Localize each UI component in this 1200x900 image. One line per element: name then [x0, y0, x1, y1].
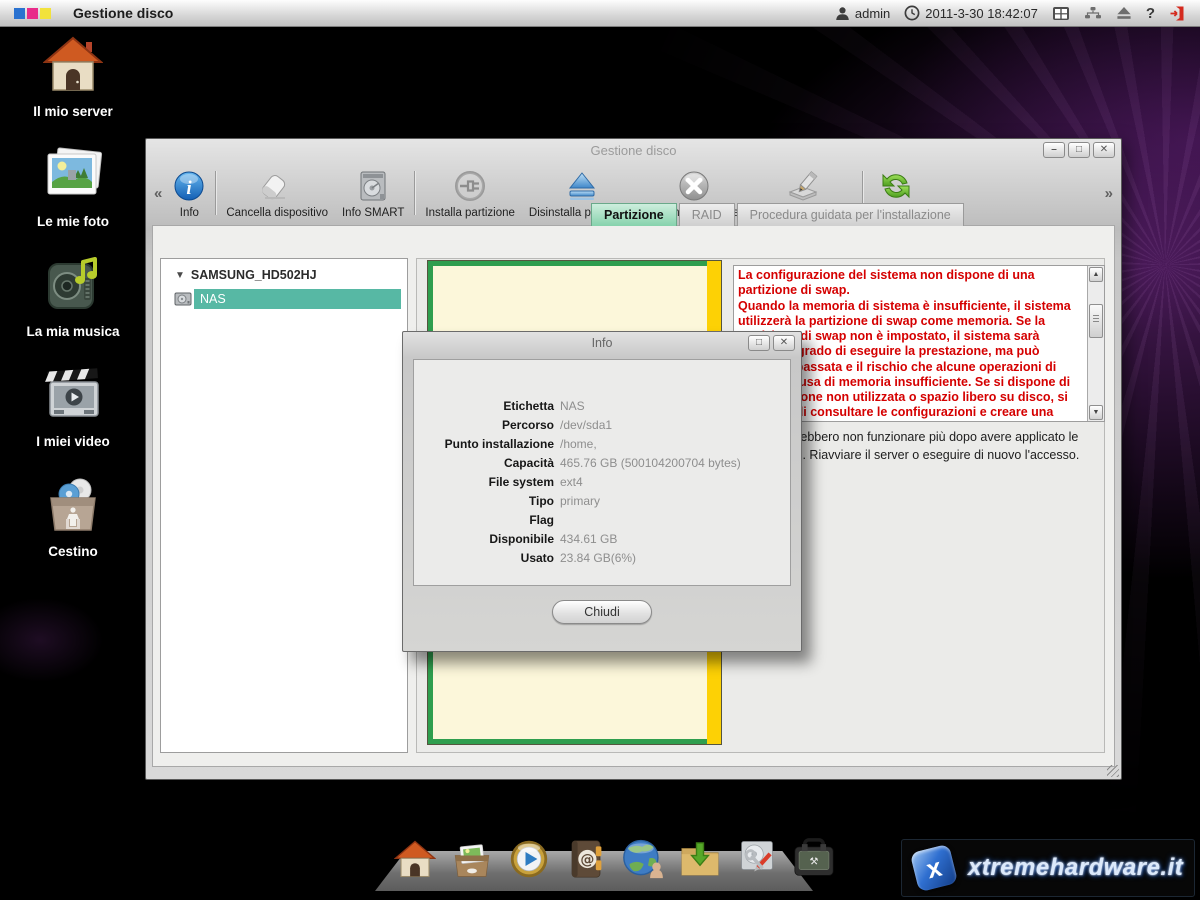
toolbar-mount-partition-button[interactable]: Installa partizione	[418, 161, 522, 225]
tab-install-wizard[interactable]: Procedura guidata per l'installazione	[737, 203, 964, 226]
info-icon: i	[173, 168, 205, 204]
system-menu-icon[interactable]	[14, 8, 51, 19]
desktop-icon-my-server[interactable]: Il mio server	[12, 34, 134, 144]
toolbar-scroll-left[interactable]: «	[150, 185, 166, 202]
desktop-icon-column: Il mio server Le mie foto	[12, 34, 134, 584]
delete-x-icon	[678, 168, 710, 204]
tree-device-label: SAMSUNG_HD502HJ	[191, 268, 317, 282]
format-pencil-icon	[786, 168, 820, 204]
dock-contacts-icon[interactable]: @	[563, 836, 608, 881]
scrollbar-thumb[interactable]	[1089, 304, 1103, 338]
desktop-icon-my-photos[interactable]: Le mie foto	[12, 144, 134, 254]
desktop-icon-label: I miei video	[36, 434, 110, 449]
info-dialog: Info □ ✕ Etichetta NAS Percorso /dev/sda…	[402, 331, 802, 652]
dialog-maximize-button[interactable]: □	[748, 335, 770, 351]
desktop-icon-my-videos[interactable]: I miei video	[12, 364, 134, 474]
user-icon	[835, 6, 850, 21]
xtremehardware-x-logo-icon: x	[910, 844, 958, 892]
dialog-close-button[interactable]: ✕	[773, 335, 795, 351]
caret-down-icon[interactable]: ▼	[175, 270, 185, 281]
music-icon	[42, 254, 104, 316]
partition-disk-icon	[174, 291, 192, 307]
toolbar-separator	[215, 171, 216, 215]
maximize-button[interactable]: □	[1068, 142, 1090, 158]
help-icon[interactable]: ?	[1146, 5, 1155, 22]
logout-icon[interactable]	[1169, 5, 1186, 22]
topbar-app-title: Gestione disco	[73, 5, 173, 21]
desktop-icon-trash[interactable]: Cestino	[12, 474, 134, 584]
device-tree-panel: ▼ SAMSUNG_HD502HJ NAS	[160, 258, 408, 753]
tab-raid[interactable]: RAID	[679, 203, 735, 226]
toolbar-scroll-right[interactable]: »	[1101, 185, 1117, 202]
tree-partition-row-selected[interactable]: NAS	[194, 289, 401, 309]
dock-home-icon[interactable]	[392, 836, 437, 881]
desktop-icon-label: La mia musica	[26, 324, 119, 339]
info-row-disponibile: Disponibile 434.61 GB	[414, 529, 790, 548]
dock-toolbox-icon[interactable]: ⚒	[791, 836, 836, 881]
dock-network-globe-icon[interactable]	[620, 836, 665, 881]
home-icon	[42, 34, 104, 96]
dialog-body: Etichetta NAS Percorso /dev/sda1 Punto i…	[413, 359, 791, 586]
hard-disk-icon	[358, 168, 388, 204]
toolbar-smart-info-button[interactable]: Info SMART	[335, 161, 411, 225]
window-resize-grip[interactable]	[1107, 765, 1119, 777]
tab-partizione[interactable]: Partizione	[591, 203, 677, 226]
tab-bar: Partizione RAID Procedura guidata per l'…	[591, 203, 966, 226]
toolbar-separator	[414, 171, 415, 215]
chiudi-button[interactable]: Chiudi	[552, 600, 652, 624]
toolbar-erase-device-button[interactable]: Cancella dispositivo	[219, 161, 335, 225]
dock-photo-box-icon[interactable]	[449, 836, 494, 881]
dock: @	[392, 836, 836, 881]
info-row-flag: Flag	[414, 510, 790, 529]
window-title: Gestione disco	[146, 143, 1121, 158]
user-menu[interactable]: admin	[835, 6, 890, 21]
videos-icon	[42, 364, 104, 426]
tree-partition-label: NAS	[200, 292, 226, 306]
eraser-icon	[259, 168, 295, 204]
desktop-icon-label: Cestino	[48, 544, 98, 559]
desktop-icon-label: Il mio server	[33, 104, 113, 119]
minimize-button[interactable]: –	[1043, 142, 1065, 158]
clock-widget: 2011-3-30 18:42:07	[904, 5, 1038, 21]
unmount-eject-icon	[566, 168, 598, 204]
show-desktop-icon[interactable]	[1052, 6, 1070, 21]
datetime-text: 2011-3-30 18:42:07	[925, 6, 1038, 21]
svg-text:@: @	[580, 851, 594, 867]
scroll-up-icon[interactable]: ▲	[1089, 267, 1103, 282]
dialog-titlebar[interactable]: Info □ ✕	[403, 332, 801, 354]
desktop-icon-label: Le mie foto	[37, 214, 109, 229]
network-places-icon[interactable]	[1084, 6, 1102, 20]
photos-icon	[42, 144, 104, 206]
mount-plug-icon	[453, 168, 487, 204]
system-topbar: Gestione disco admin 2011-3-30 18:42:07 …	[0, 0, 1200, 27]
window-titlebar[interactable]: Gestione disco – □ ✕	[146, 139, 1121, 161]
eject-icon[interactable]	[1116, 6, 1132, 20]
scroll-down-icon[interactable]: ▼	[1089, 405, 1103, 420]
clock-icon	[904, 5, 920, 21]
info-row-percorso: Percorso /dev/sda1	[414, 415, 790, 434]
xtremehardware-watermark: x xtremehardware.it	[901, 839, 1195, 897]
dock-media-player-icon[interactable]	[506, 836, 551, 881]
info-row-punto-installazione: Punto installazione /home,	[414, 434, 790, 453]
info-row-file-system: File system ext4	[414, 472, 790, 491]
xtremehardware-logo-text: xtremehardware.it	[968, 854, 1183, 882]
desktop-icon-my-music[interactable]: La mia musica	[12, 254, 134, 364]
svg-text:i: i	[187, 178, 193, 199]
tree-device-row[interactable]: ▼ SAMSUNG_HD502HJ	[161, 259, 407, 286]
dialog-title: Info	[403, 336, 801, 350]
info-row-etichetta: Etichetta NAS	[414, 396, 790, 415]
dock-download-folder-icon[interactable]	[677, 836, 722, 881]
svg-text:⚒: ⚒	[809, 856, 818, 867]
user-name: admin	[855, 6, 890, 21]
warning-scrollbar[interactable]: ▲ ▼	[1087, 266, 1104, 421]
info-row-capacita: Capacità 465.76 GB (500104200704 bytes)	[414, 453, 790, 472]
info-row-usato: Usato 23.84 GB(6%)	[414, 548, 790, 567]
refresh-icon	[880, 168, 912, 204]
trash-icon	[42, 474, 104, 536]
info-row-tipo: Tipo primary	[414, 491, 790, 510]
close-button[interactable]: ✕	[1093, 142, 1115, 158]
toolbar-info-button[interactable]: i Info	[166, 161, 212, 225]
dock-disk-tools-icon[interactable]	[734, 836, 779, 881]
